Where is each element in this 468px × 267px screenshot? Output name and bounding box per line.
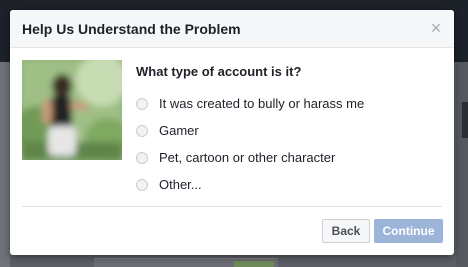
close-icon[interactable]: × — [428, 19, 444, 37]
radio-button[interactable] — [136, 97, 148, 110]
background-scroll-thumb — [462, 102, 468, 138]
background-card — [94, 258, 278, 267]
option-bully-harass[interactable]: It was created to bully or harass me — [136, 90, 364, 117]
dialog-title: Help Us Understand the Problem — [22, 21, 241, 37]
option-label: Other... — [159, 177, 202, 192]
dialog-header: Help Us Understand the Problem × — [10, 10, 454, 48]
background-left-edge — [0, 62, 10, 267]
background-card-image — [234, 261, 274, 267]
report-dialog: Help Us Understand the Problem × What ty… — [10, 10, 454, 255]
account-type-options: It was created to bully or harass me Gam… — [136, 90, 364, 198]
continue-button[interactable]: Continue — [374, 219, 443, 243]
option-label: Gamer — [159, 123, 199, 138]
radio-button[interactable] — [136, 178, 148, 191]
option-other[interactable]: Other... — [136, 171, 364, 198]
back-button[interactable]: Back — [322, 219, 370, 243]
dialog-footer: Back Continue — [322, 219, 443, 243]
option-pet-cartoon-character[interactable]: Pet, cartoon or other character — [136, 144, 364, 171]
option-label: Pet, cartoon or other character — [159, 150, 336, 165]
option-gamer[interactable]: Gamer — [136, 117, 364, 144]
radio-button[interactable] — [136, 124, 148, 137]
question-heading: What type of account is it? — [136, 64, 302, 79]
dialog-body: What type of account is it? It was creat… — [10, 48, 454, 208]
footer-divider — [22, 206, 442, 207]
radio-button[interactable] — [136, 151, 148, 164]
option-label: It was created to bully or harass me — [159, 96, 365, 111]
profile-photo — [22, 60, 122, 160]
background-right-edge — [456, 62, 468, 267]
